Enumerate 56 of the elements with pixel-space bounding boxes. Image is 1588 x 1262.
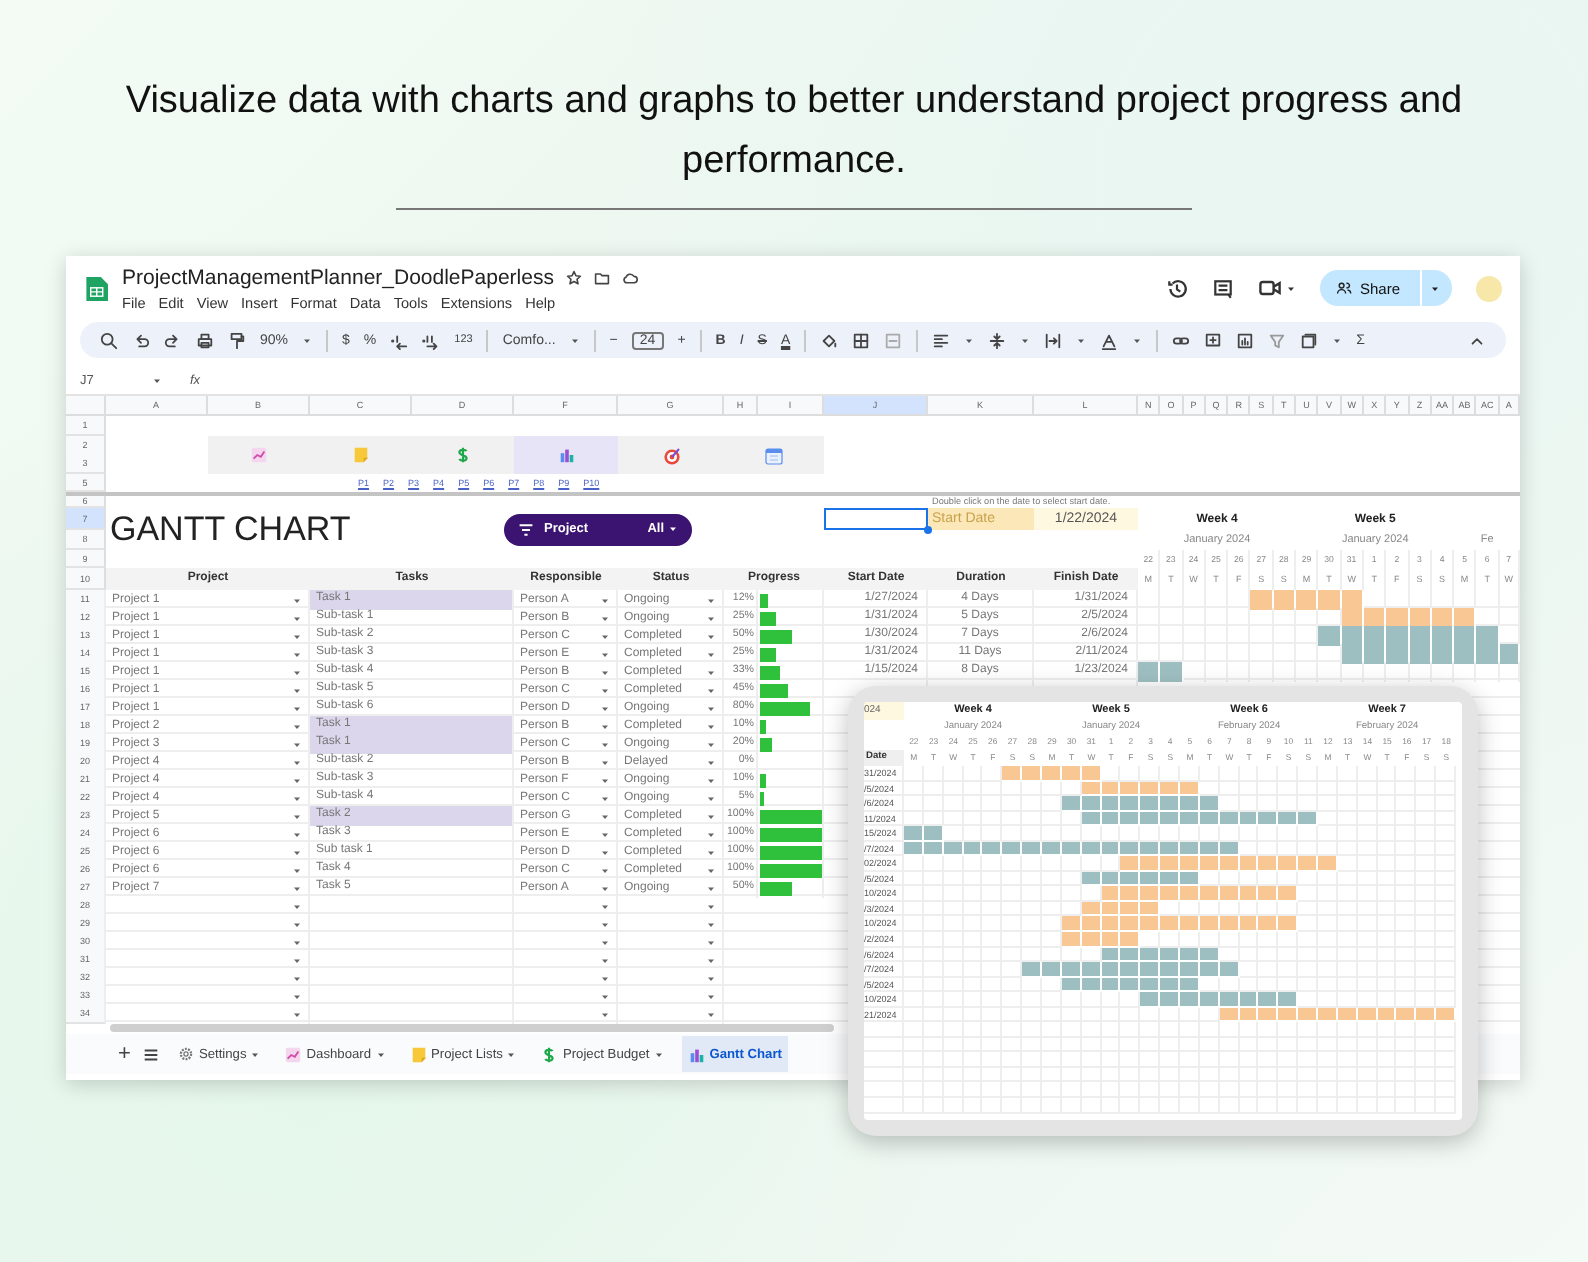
align-left-icon[interactable] (932, 331, 951, 349)
dollar-icon[interactable] (454, 446, 472, 464)
vertical-align-icon[interactable] (988, 331, 1007, 349)
caret-icon[interactable] (375, 1049, 386, 1059)
line-chart-icon[interactable] (284, 1045, 303, 1063)
caret-icon[interactable] (506, 1049, 517, 1059)
sheets-logo-icon[interactable] (84, 271, 108, 305)
history-icon[interactable] (1165, 277, 1188, 299)
link-icon[interactable] (1172, 331, 1191, 349)
insert-comment-icon[interactable] (1204, 331, 1223, 349)
filter-views-icon[interactable] (1300, 331, 1319, 349)
caret-icon[interactable] (964, 335, 975, 345)
selected-cell[interactable] (824, 508, 928, 530)
search-icon[interactable] (100, 331, 118, 349)
headline: Visualize data with charts and graphs to better understand project progress and performance. (123, 78, 1465, 186)
caret-icon[interactable] (1020, 335, 1031, 345)
text-wrap-icon[interactable] (1044, 331, 1063, 349)
fill-color-icon[interactable] (820, 331, 839, 349)
caret-icon[interactable] (569, 335, 580, 345)
target-icon[interactable] (661, 445, 681, 465)
folder-icon[interactable] (593, 269, 610, 285)
document-title[interactable]: ProjectManagementPlanner_DoodlePaperless (122, 265, 554, 289)
sheet-title: GANTT CHART (108, 509, 353, 549)
print-icon[interactable] (196, 331, 214, 349)
people-icon[interactable] (1335, 280, 1352, 296)
caret-icon[interactable] (250, 1049, 261, 1059)
caret-icon[interactable] (1332, 335, 1343, 345)
line-chart-icon[interactable] (250, 446, 268, 464)
caret-icon[interactable] (1076, 335, 1087, 345)
caret-icon[interactable] (1132, 335, 1143, 345)
decimal-decrease-icon[interactable] (390, 331, 409, 349)
borders-icon[interactable] (852, 331, 871, 349)
settings-icon[interactable] (178, 1046, 195, 1062)
paint-format-icon[interactable] (228, 331, 246, 349)
decimal-increase-icon[interactable] (422, 331, 441, 349)
dollar-icon[interactable] (540, 1045, 559, 1063)
text-rotation-icon[interactable] (1100, 331, 1119, 349)
comment-icon[interactable] (1211, 277, 1234, 299)
caret-icon[interactable] (1285, 283, 1296, 293)
merge-cells-icon[interactable] (884, 331, 903, 349)
video-call-icon[interactable] (1257, 276, 1282, 300)
bar-chart-icon[interactable] (557, 446, 575, 464)
bar-chart-icon[interactable] (687, 1045, 706, 1063)
caret-icon[interactable] (653, 1049, 664, 1059)
add-sheet-button[interactable]: + (118, 1042, 131, 1066)
cloud-icon[interactable] (621, 269, 638, 285)
menu-icon[interactable] (142, 1045, 161, 1063)
caret-icon[interactable] (668, 524, 678, 534)
undo-icon[interactable] (132, 331, 150, 349)
caret-icon[interactable] (152, 375, 162, 385)
caret-icon[interactable] (1430, 283, 1440, 293)
insert-chart-icon[interactable] (1236, 331, 1255, 349)
caret-icon[interactable] (302, 335, 313, 345)
star-icon[interactable] (565, 269, 582, 285)
redo-icon[interactable] (164, 331, 182, 349)
calendar-icon[interactable] (764, 445, 784, 465)
